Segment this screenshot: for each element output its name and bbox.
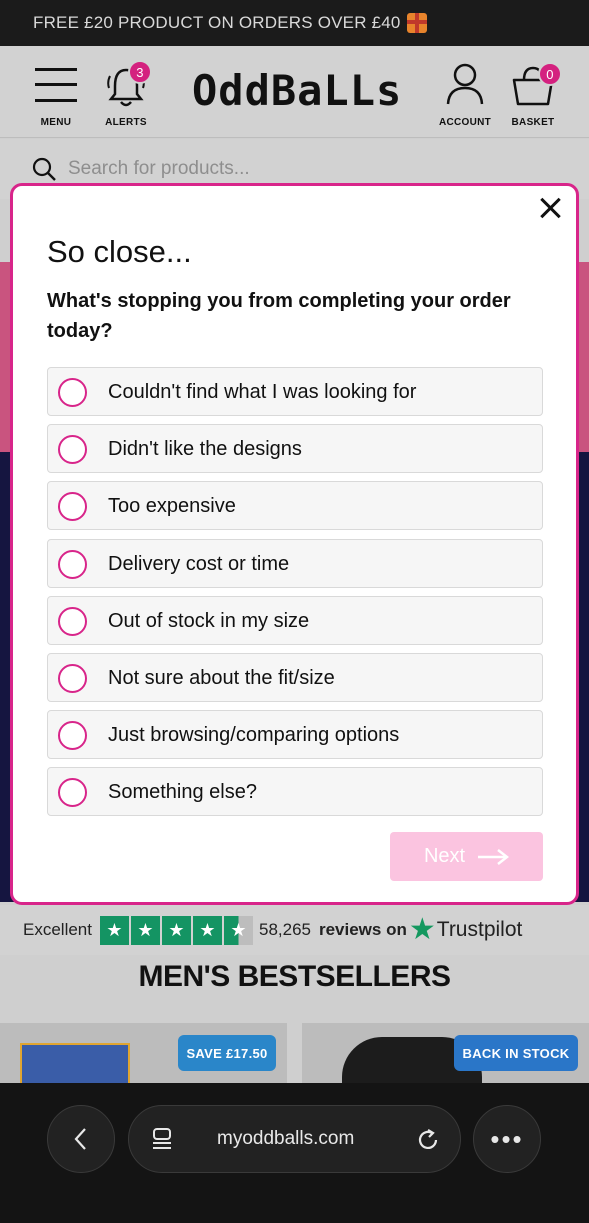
- half-star-icon: ★: [223, 915, 253, 945]
- search-icon: [32, 157, 56, 181]
- star-icon: ★: [130, 915, 160, 945]
- next-label: Next: [423, 845, 466, 867]
- option-label: Didn't like the designs: [108, 438, 302, 461]
- modal-title: So close...: [47, 234, 192, 269]
- radio-button[interactable]: [58, 663, 87, 693]
- arrow-right-icon: [478, 848, 510, 865]
- modal-question: What's stopping you from completing your…: [47, 290, 511, 342]
- option-label: Just browsing/comparing options: [108, 724, 400, 747]
- radio-button[interactable]: [58, 549, 87, 579]
- radio-button[interactable]: [58, 492, 87, 522]
- promo-text: FREE £20 PRODUCT ON ORDERS OVER £40: [33, 13, 401, 32]
- option-label: Too expensive: [108, 495, 236, 518]
- trustpilot-widget[interactable]: Excellent ★ ★ ★ ★ ★ 58,265 reviews on ★ …: [0, 905, 589, 955]
- survey-option[interactable]: Not sure about the fit/size: [47, 652, 543, 702]
- account-label: ACCOUNT: [438, 117, 492, 128]
- radio-button[interactable]: [58, 778, 87, 808]
- option-label: Not sure about the fit/size: [108, 666, 335, 689]
- search-input[interactable]: Search for products...: [68, 158, 250, 180]
- page-info-icon: [153, 1128, 171, 1149]
- basket-count-badge: 0: [538, 62, 562, 86]
- basket-label: BASKET: [511, 117, 555, 128]
- browser-toolbar: myoddballs.com •••: [0, 1083, 589, 1223]
- option-label: Out of stock in my size: [108, 609, 310, 632]
- product-tag: BACK IN STOCK: [454, 1035, 578, 1071]
- survey-option[interactable]: Delivery cost or time: [47, 538, 543, 588]
- exit-survey-modal: So close... What's stopping you from com…: [10, 183, 579, 905]
- star-icon: ★: [161, 915, 191, 945]
- promo-bar: FREE £20 PRODUCT ON ORDERS OVER £40: [0, 0, 589, 46]
- option-label: Couldn't find what I was looking for: [108, 381, 417, 403]
- close-icon[interactable]: [539, 196, 563, 220]
- section-title: MEN'S BESTSELLERS: [138, 960, 451, 993]
- next-button[interactable]: Next: [390, 832, 543, 881]
- menu-label: MENU: [40, 117, 72, 128]
- trustpilot-brand: Trustpilot: [436, 918, 523, 941]
- more-options-button[interactable]: •••: [473, 1105, 541, 1173]
- rating-text: Excellent: [23, 920, 92, 939]
- address-bar[interactable]: myoddballs.com: [128, 1105, 461, 1173]
- reviews-on-text: reviews on: [318, 920, 407, 939]
- survey-option[interactable]: Couldn't find what I was looking for: [47, 367, 543, 416]
- chevron-left-icon: [74, 1128, 86, 1150]
- url-text: myoddballs.com: [217, 1128, 355, 1149]
- gift-icon: [406, 13, 427, 33]
- trustpilot-star-icon: ★: [408, 913, 436, 946]
- product-image: [20, 1043, 130, 1085]
- survey-option[interactable]: Just browsing/comparing options: [47, 710, 543, 760]
- alerts-button[interactable]: 3 ALERTS: [98, 46, 154, 138]
- option-label: Something else?: [108, 781, 257, 804]
- radio-button[interactable]: [58, 378, 87, 407]
- radio-button[interactable]: [58, 721, 87, 751]
- site-logo[interactable]: OddBaLLs: [192, 66, 402, 115]
- alerts-count-badge: 3: [128, 60, 152, 84]
- hamburger-icon: [35, 68, 77, 102]
- star-icon: ★: [192, 915, 222, 945]
- survey-option[interactable]: Too expensive: [47, 481, 543, 531]
- reload-icon[interactable]: [415, 1127, 441, 1153]
- alerts-label: ALERTS: [105, 117, 147, 128]
- rating-stars: ★ ★ ★ ★ ★: [99, 915, 253, 945]
- option-label: Delivery cost or time: [108, 552, 290, 575]
- survey-option[interactable]: Didn't like the designs: [47, 424, 543, 474]
- account-button[interactable]: ACCOUNT: [434, 46, 496, 138]
- survey-options: Couldn't find what I was looking for Did…: [47, 367, 543, 825]
- radio-button[interactable]: [58, 606, 87, 636]
- product-card[interactable]: SAVE £17.50: [0, 1023, 287, 1085]
- survey-option[interactable]: Out of stock in my size: [47, 595, 543, 645]
- radio-button[interactable]: [58, 435, 87, 465]
- menu-button[interactable]: MENU: [30, 46, 82, 138]
- ellipsis-icon: •••: [490, 1123, 524, 1154]
- site-header: MENU 3 ALERTS OddBaLLs ACCOUNT 0 BASKET: [0, 46, 589, 138]
- user-icon: [446, 63, 484, 105]
- basket-button[interactable]: 0 BASKET: [506, 46, 562, 138]
- review-count: 58,265: [258, 920, 311, 939]
- star-icon: ★: [99, 915, 129, 945]
- product-card[interactable]: BACK IN STOCK: [302, 1023, 589, 1085]
- survey-option[interactable]: Something else?: [47, 767, 543, 817]
- product-tag: SAVE £17.50: [178, 1035, 276, 1071]
- back-button[interactable]: [47, 1105, 115, 1173]
